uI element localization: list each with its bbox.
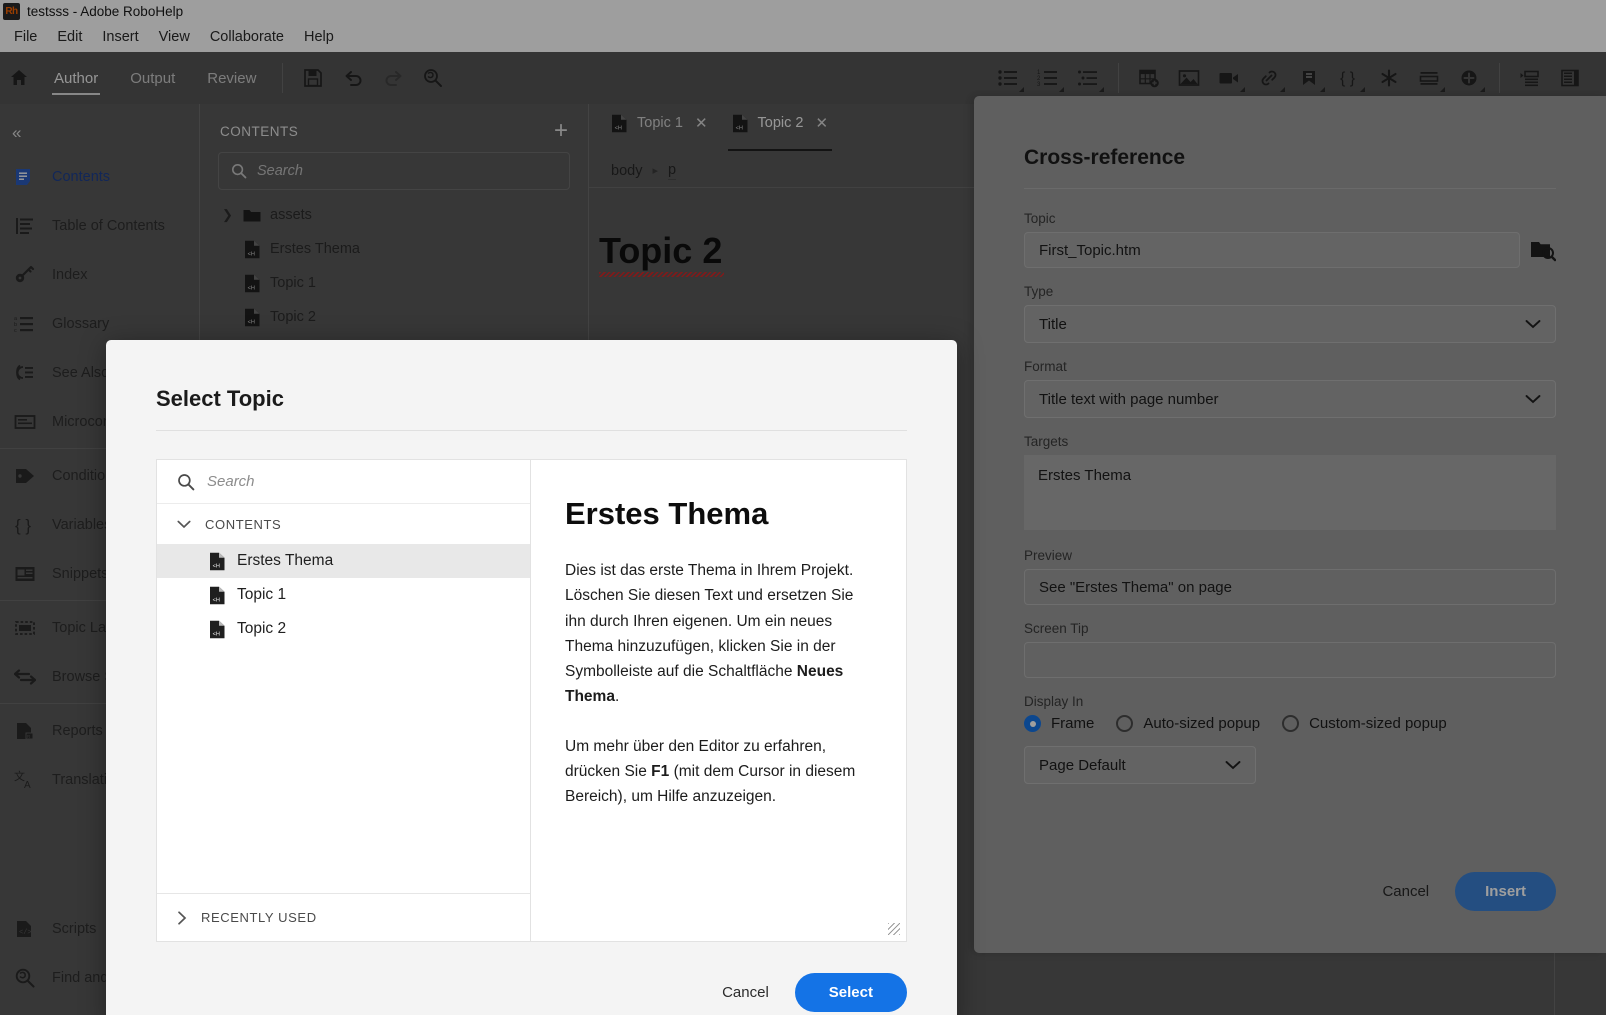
preview-paragraph-1-text-b: . bbox=[614, 688, 620, 706]
svg-text:<H: <H bbox=[213, 597, 220, 603]
html-file-icon: <H bbox=[209, 620, 226, 639]
dialog-actions: Cancel Select bbox=[722, 973, 907, 1012]
select-button[interactable]: Select bbox=[794, 973, 907, 1012]
chevron-down-icon bbox=[177, 520, 191, 529]
svg-text:<H: <H bbox=[213, 563, 220, 569]
resize-grip-icon[interactable] bbox=[888, 923, 900, 935]
robohelp-application-window: Rh testsss - Adobe RoboHelp File Edit In… bbox=[0, 0, 1606, 1015]
list-item[interactable]: <H Topic 1 bbox=[157, 578, 530, 612]
select-topic-dialog: Select Topic Search CONTENTS <H Erstes T… bbox=[106, 340, 957, 1015]
preview-paragraph-2-bold: F1 bbox=[651, 762, 670, 780]
list-item-label: Topic 1 bbox=[237, 586, 287, 603]
topic-tree: CONTENTS <H Erstes Thema <H Topic 1 <H T… bbox=[157, 504, 530, 893]
cancel-button[interactable]: Cancel bbox=[722, 984, 769, 1001]
group-header-label: RECENTLY USED bbox=[201, 910, 317, 925]
topic-preview-pane: Erstes Thema Dies ist das erste Thema in… bbox=[531, 459, 907, 942]
list-item[interactable]: <H Topic 2 bbox=[157, 612, 530, 646]
preview-paragraph-2: Um mehr über den Editor zu erfahren, drü… bbox=[565, 734, 872, 810]
dialog-body: Search CONTENTS <H Erstes Thema <H Topic… bbox=[156, 459, 907, 942]
group-header-recently-used[interactable]: RECENTLY USED bbox=[157, 893, 530, 941]
group-header-contents[interactable]: CONTENTS bbox=[157, 504, 530, 544]
html-file-icon: <H bbox=[209, 586, 226, 605]
preview-paragraph-1: Dies ist das erste Thema in Ihrem Projek… bbox=[565, 558, 872, 710]
search-icon bbox=[177, 473, 195, 491]
dialog-title: Select Topic bbox=[156, 386, 284, 411]
dialog-search-placeholder: Search bbox=[207, 473, 255, 490]
divider bbox=[156, 430, 907, 431]
svg-text:<H: <H bbox=[213, 631, 220, 637]
list-item[interactable]: <H Erstes Thema bbox=[157, 544, 530, 578]
group-header-label: CONTENTS bbox=[205, 516, 282, 532]
html-file-icon: <H bbox=[209, 552, 226, 571]
topic-browser: Search CONTENTS <H Erstes Thema <H Topic… bbox=[156, 459, 531, 942]
list-item-label: Topic 2 bbox=[237, 620, 287, 637]
preview-heading: Erstes Thema bbox=[565, 496, 769, 531]
dialog-search-input[interactable]: Search bbox=[157, 460, 530, 504]
chevron-right-icon bbox=[177, 910, 187, 925]
list-item-label: Erstes Thema bbox=[237, 552, 334, 569]
